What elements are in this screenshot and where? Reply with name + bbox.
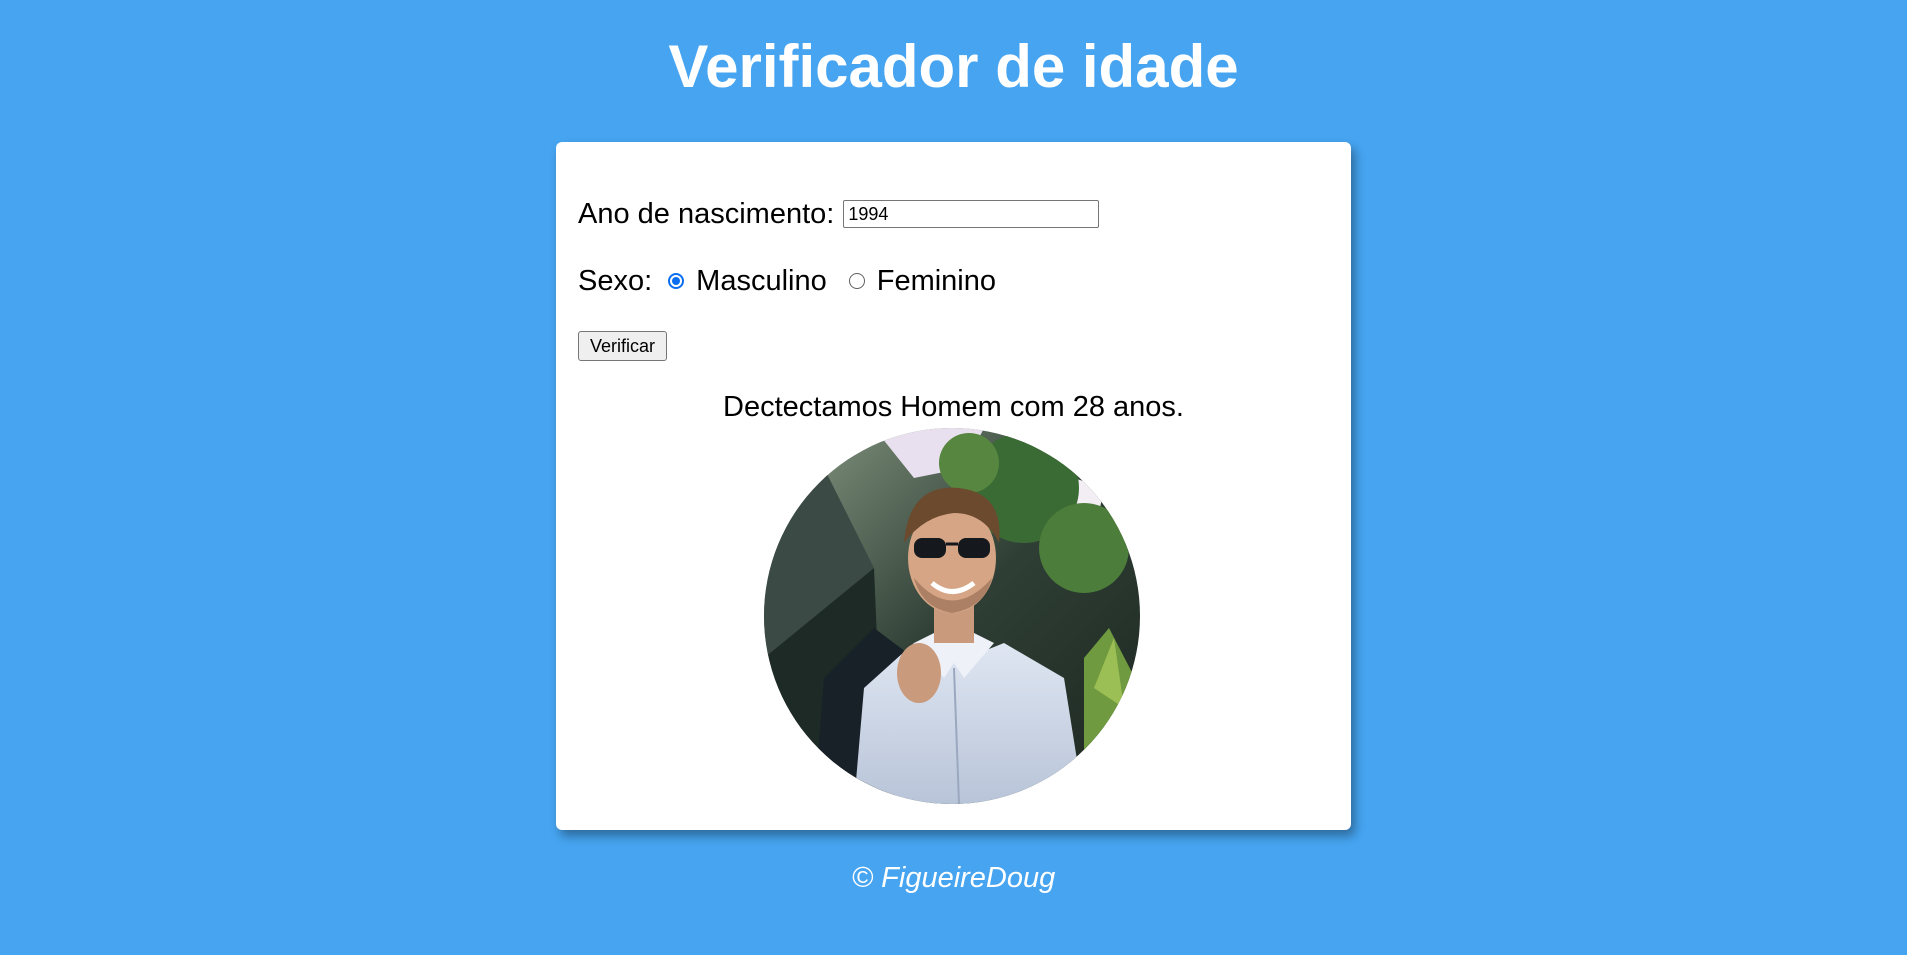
man-photo: [764, 428, 1140, 804]
verify-button[interactable]: Verificar: [578, 331, 668, 361]
radio-masculino[interactable]: [668, 273, 685, 289]
footer-text: © FigueireDoug: [851, 862, 1056, 894]
birth-year-input[interactable]: [843, 200, 1100, 228]
radio-feminino-label[interactable]: Feminino: [877, 265, 996, 298]
birth-year-label: Ano de nascimento:: [578, 197, 835, 230]
page-title: Verificador de idade: [668, 33, 1239, 100]
sex-label: Sexo:: [578, 264, 653, 297]
radio-feminino[interactable]: [848, 273, 865, 289]
radio-masculino-label[interactable]: Masculino: [696, 265, 827, 298]
sex-row: Sexo: Masculino Feminino: [578, 261, 1018, 301]
verifier-card: Ano de nascimento: Sexo: Masculino Femin…: [556, 142, 1351, 830]
result-text: Dectectamos Homem com 28 anos.: [723, 391, 1184, 423]
page-header: Verificador de idade: [0, 22, 1907, 112]
birth-year-row: Ano de nascimento:: [578, 194, 1100, 234]
footer-credit: © FigueireDoug: [0, 858, 1907, 898]
